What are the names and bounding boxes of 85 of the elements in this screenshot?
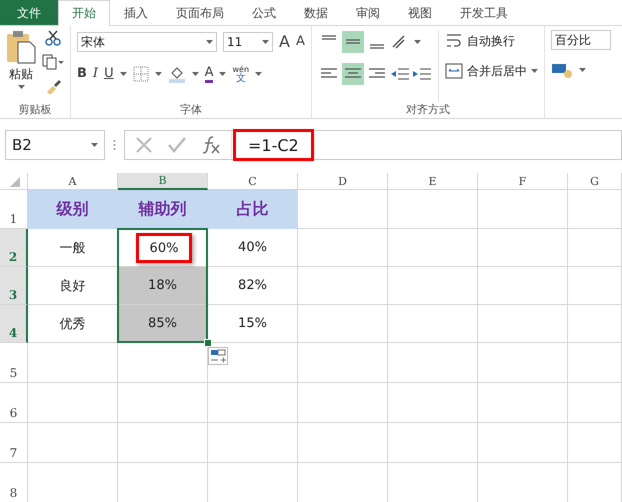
table-cell: 良好 (28, 267, 118, 305)
quick-analysis-icon[interactable] (208, 347, 228, 365)
row-header[interactable]: 8 (0, 463, 28, 502)
column-header[interactable]: E (388, 173, 478, 190)
column-title-cell: 级别 (28, 190, 118, 229)
ribbon-tab[interactable]: 数据 (290, 0, 342, 25)
group-label: 剪贴板 (18, 102, 52, 118)
more-options-icon[interactable] (113, 139, 116, 151)
empty-cell (568, 305, 622, 343)
row-header[interactable]: 2 (0, 229, 28, 267)
row-header[interactable]: 4 (0, 305, 28, 343)
borders-icon[interactable] (132, 66, 149, 82)
table-cell: 40% (208, 229, 298, 267)
caret-icon[interactable] (192, 72, 199, 76)
row-header[interactable]: 5 (0, 343, 28, 383)
column-header[interactable]: D (298, 173, 388, 190)
ribbon-tab[interactable]: 开始 (58, 0, 110, 26)
caret-icon[interactable] (255, 72, 262, 76)
merge-cells-icon[interactable] (444, 62, 463, 80)
column-title-cell: 辅助列 (118, 190, 208, 229)
empty-cell (568, 229, 622, 267)
column-header[interactable]: C (208, 173, 298, 190)
underline-button[interactable]: U (104, 66, 114, 82)
decrease-indent-icon[interactable] (390, 66, 410, 82)
empty-cell (568, 267, 622, 305)
empty-cell (568, 343, 622, 383)
ribbon-tab[interactable]: 公式 (238, 0, 290, 25)
column-header[interactable]: B (118, 173, 208, 190)
caret-icon[interactable] (414, 40, 421, 44)
table-cell: 优秀 (28, 305, 118, 343)
table-cell: 一般 (28, 229, 118, 267)
number-format-dropdown[interactable]: 百分比 (550, 30, 611, 50)
empty-cell (568, 383, 622, 423)
caret-icon[interactable] (120, 72, 127, 76)
row-header[interactable]: 6 (0, 383, 28, 423)
table-cell: 18% (118, 267, 208, 305)
copy-icon[interactable] (42, 54, 64, 70)
group-label: 对齐方式 (404, 102, 451, 118)
clipboard-icon[interactable] (6, 30, 36, 64)
ribbon-tab[interactable]: 开发工具 (446, 0, 522, 25)
column-title-cell: 占比 (208, 190, 298, 229)
wrap-text-button[interactable]: 自动换行 (444, 30, 515, 52)
ribbon-tab[interactable]: 页面布局 (162, 0, 238, 25)
caret-icon[interactable] (154, 72, 162, 76)
caret-icon[interactable] (530, 69, 538, 73)
font-name-dropdown[interactable]: 宋体 (77, 32, 217, 52)
empty-cell (568, 423, 622, 463)
bold-button[interactable]: B (77, 66, 87, 82)
vertical-align-icon[interactable] (342, 31, 364, 53)
font-size-dropdown[interactable]: 11 (223, 32, 273, 52)
name-box[interactable]: B2 (5, 130, 105, 160)
group-label: 字体 (178, 102, 203, 118)
increase-font-size-button[interactable]: A (279, 34, 290, 50)
fill-handle[interactable] (204, 339, 212, 347)
highlighted-value: 60% (136, 233, 192, 263)
column-header[interactable]: F (478, 173, 568, 190)
caret-icon[interactable] (262, 40, 269, 44)
row-header[interactable]: 3 (0, 267, 28, 305)
increase-indent-icon[interactable] (412, 66, 432, 82)
column-header[interactable]: A (28, 173, 118, 190)
merge-center-button[interactable]: 合并后居中 (444, 60, 538, 82)
decrease-font-size-button[interactable]: A (296, 34, 305, 50)
scissors-icon[interactable] (45, 30, 61, 46)
row-header[interactable]: 7 (0, 423, 28, 463)
caret-icon[interactable] (18, 85, 24, 89)
file-menu-tab[interactable]: 文件 (0, 0, 58, 25)
italic-button[interactable]: I (92, 66, 98, 82)
caret-icon[interactable] (206, 40, 213, 44)
table-cell: 82% (208, 267, 298, 305)
caret-icon[interactable] (219, 72, 226, 76)
horizontal-align-icon[interactable] (342, 63, 364, 85)
paste-button[interactable]: 粘贴 (6, 30, 36, 102)
phonetic-guide-button[interactable]: wén 文 (232, 65, 250, 83)
ribbon-tab[interactable]: 视图 (394, 0, 446, 25)
paintbrush-icon[interactable] (45, 78, 61, 94)
ribbon-tab[interactable]: 插入 (110, 0, 162, 25)
caret-icon[interactable] (578, 68, 586, 72)
column-header[interactable]: G (568, 173, 622, 190)
caret-icon[interactable] (91, 143, 98, 147)
ribbon-tab[interactable]: 审阅 (342, 0, 394, 25)
currency-format-icon[interactable] (550, 62, 573, 78)
fill-color-icon[interactable] (168, 65, 186, 83)
table-cell: 85% (118, 305, 208, 343)
empty-cell (568, 190, 622, 229)
font-color-button[interactable]: A (204, 66, 214, 82)
